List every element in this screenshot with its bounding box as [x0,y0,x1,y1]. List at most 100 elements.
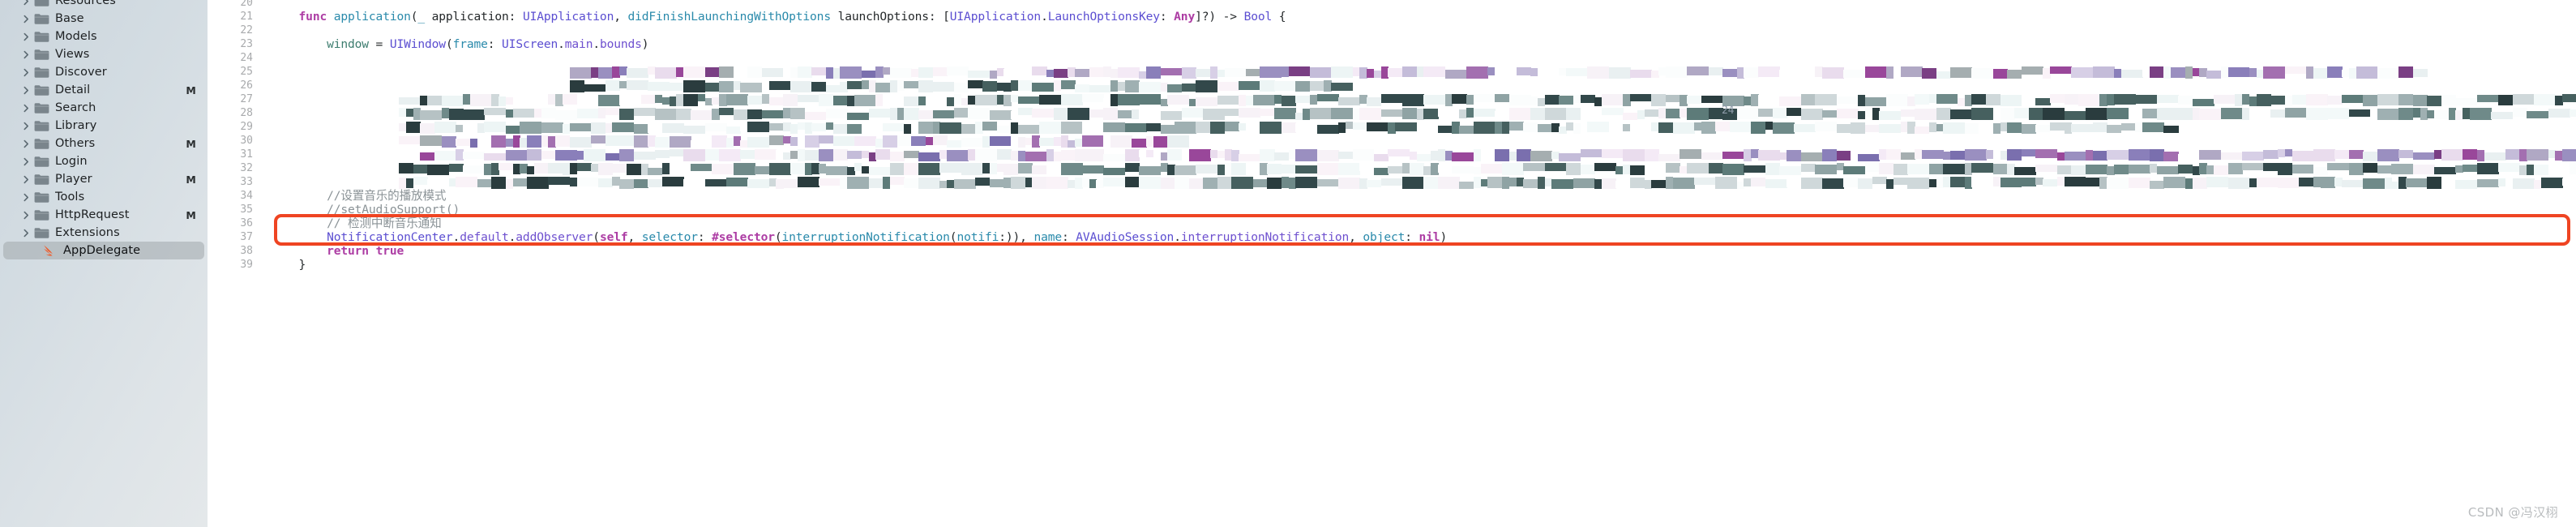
redaction-cell [2085,178,2101,186]
redaction-cell [491,177,507,189]
code-line[interactable]: window = UIWindow(frame: UIScreen.main.b… [271,37,648,51]
redacted-code-line [271,79,2576,92]
redaction-cell [2064,177,2086,186]
chevron-right-icon[interactable] [21,139,32,149]
redaction-cell [2107,108,2129,119]
redaction-cell [1872,177,1887,184]
code-line[interactable]: //设置音乐的播放模式 [271,189,446,203]
redaction-cell [1658,154,1681,161]
redaction-cell [1295,165,1318,174]
redaction-cell [1117,94,1140,105]
redaction-cell [1003,164,1019,175]
folder-icon [34,156,49,168]
chevron-right-icon[interactable] [21,49,32,60]
redaction-cell [1886,94,1908,106]
redaction-cell [947,66,969,75]
sidebar-item-login[interactable]: Login [0,152,208,170]
redaction-cell [1060,80,1076,89]
line-number: 30 [240,135,253,147]
redaction-cell [1701,152,1723,160]
redaction-cell [768,135,784,145]
redaction-cell [2149,66,2165,78]
sidebar-item-tools[interactable]: Tools [0,188,208,206]
sidebar-item-extensions[interactable]: Extensions [0,224,208,242]
sidebar-item-models[interactable]: Models [0,28,208,45]
redaction-cell [2092,151,2107,161]
redaction-cell [627,164,642,175]
sidebar-item-base[interactable]: Base [0,10,208,28]
redaction-cell [2107,150,2129,160]
chevron-right-icon[interactable] [21,0,32,6]
redaction-cell [2270,109,2286,118]
chevron-right-icon[interactable] [21,32,32,42]
chevron-right-icon[interactable] [21,14,32,24]
redaction-cell [1736,108,1759,119]
code-line[interactable]: return true [271,244,404,258]
redaction-cell [1281,122,1296,133]
chevron-right-icon[interactable] [21,103,32,114]
redaction-cell [1437,177,1460,189]
line-number: 37 [240,231,253,243]
sidebar-item-detail[interactable]: Detail M [0,81,208,99]
code-token: . [1174,230,1181,244]
redaction-cell [1644,149,1659,161]
redaction-cell [576,178,599,186]
redaction-cell [2192,178,2207,189]
redaction-cell [1751,122,1766,134]
sidebar-item-discover[interactable]: Discover [0,63,208,81]
redaction-cell [1175,165,1196,175]
redaction-cell [1139,94,1162,105]
chevron-right-icon[interactable] [21,210,32,221]
chevron-right-icon[interactable] [21,192,32,203]
redaction-cell [975,95,998,105]
code-line[interactable]: //setAudioSupport() [271,203,460,216]
chevron-right-icon[interactable] [21,121,32,131]
chevron-right-icon[interactable] [21,228,32,238]
code-line[interactable]: func application(_ application: UIApplic… [271,10,1286,24]
line-number: 34 [240,190,253,202]
redaction-cell [804,112,827,120]
project-navigator-sidebar[interactable]: Resources Base Models Views Discover Detail M S… [0,0,208,527]
sidebar-item-library[interactable]: Library [0,117,208,135]
code-editor[interactable]: 20 21 22 23 24 25 26 27 28 29 30 31 32 33 34 35 36 37 38 39… [208,0,2576,527]
redaction-cell [989,110,1012,120]
redaction-cell [1423,177,1439,189]
sidebar-item-search[interactable]: Search [0,99,208,117]
redaction-cell [889,68,912,78]
redaction-cell [463,125,478,134]
code-line[interactable]: // 检测中断音乐通知 [271,216,442,230]
redaction-cell [1281,165,1296,174]
sidebar-item-httprequest[interactable]: HttpRequest M [0,206,208,224]
redaction-cell [1744,67,1759,78]
redaction-cell [1779,70,1802,78]
chevron-right-icon[interactable] [21,67,32,78]
redaction-cell [2455,98,2478,105]
redaction-cell [1979,122,1994,134]
code-line[interactable]: } [271,258,306,272]
redaction-cell [1053,69,1068,78]
sidebar-item-others[interactable]: Others M [0,135,208,152]
redaction-cell [463,109,485,120]
chevron-right-icon[interactable] [21,156,32,167]
sidebar-item-appdelegate[interactable]: AppDelegate [3,242,204,259]
redaction-cell [541,151,556,159]
redaction-cell [1950,151,1966,160]
redaction-cell [2227,178,2250,189]
sidebar-item-player[interactable]: Player M [0,170,208,188]
sidebar-item-views[interactable]: Views [0,45,208,63]
redaction-cell [1559,153,1581,161]
redaction-cell [1644,109,1659,117]
redaction-cell [1836,151,1851,161]
chevron-right-icon[interactable] [21,85,32,96]
code-token: //setAudioSupport() [327,203,460,216]
redaction-cell [1081,135,1104,147]
redaction-cell [747,179,770,188]
redaction-cell [1530,108,1546,120]
redaction-cell [1915,126,1930,134]
redaction-cell [1629,70,1652,78]
sidebar-item-resources[interactable]: Resources [0,0,208,10]
code-line[interactable]: NotificationCenter.default.addObserver(s… [271,230,1447,244]
code-content[interactable]: func application (_ application: UIApplic… [271,0,2576,527]
chevron-right-icon[interactable] [21,174,32,185]
